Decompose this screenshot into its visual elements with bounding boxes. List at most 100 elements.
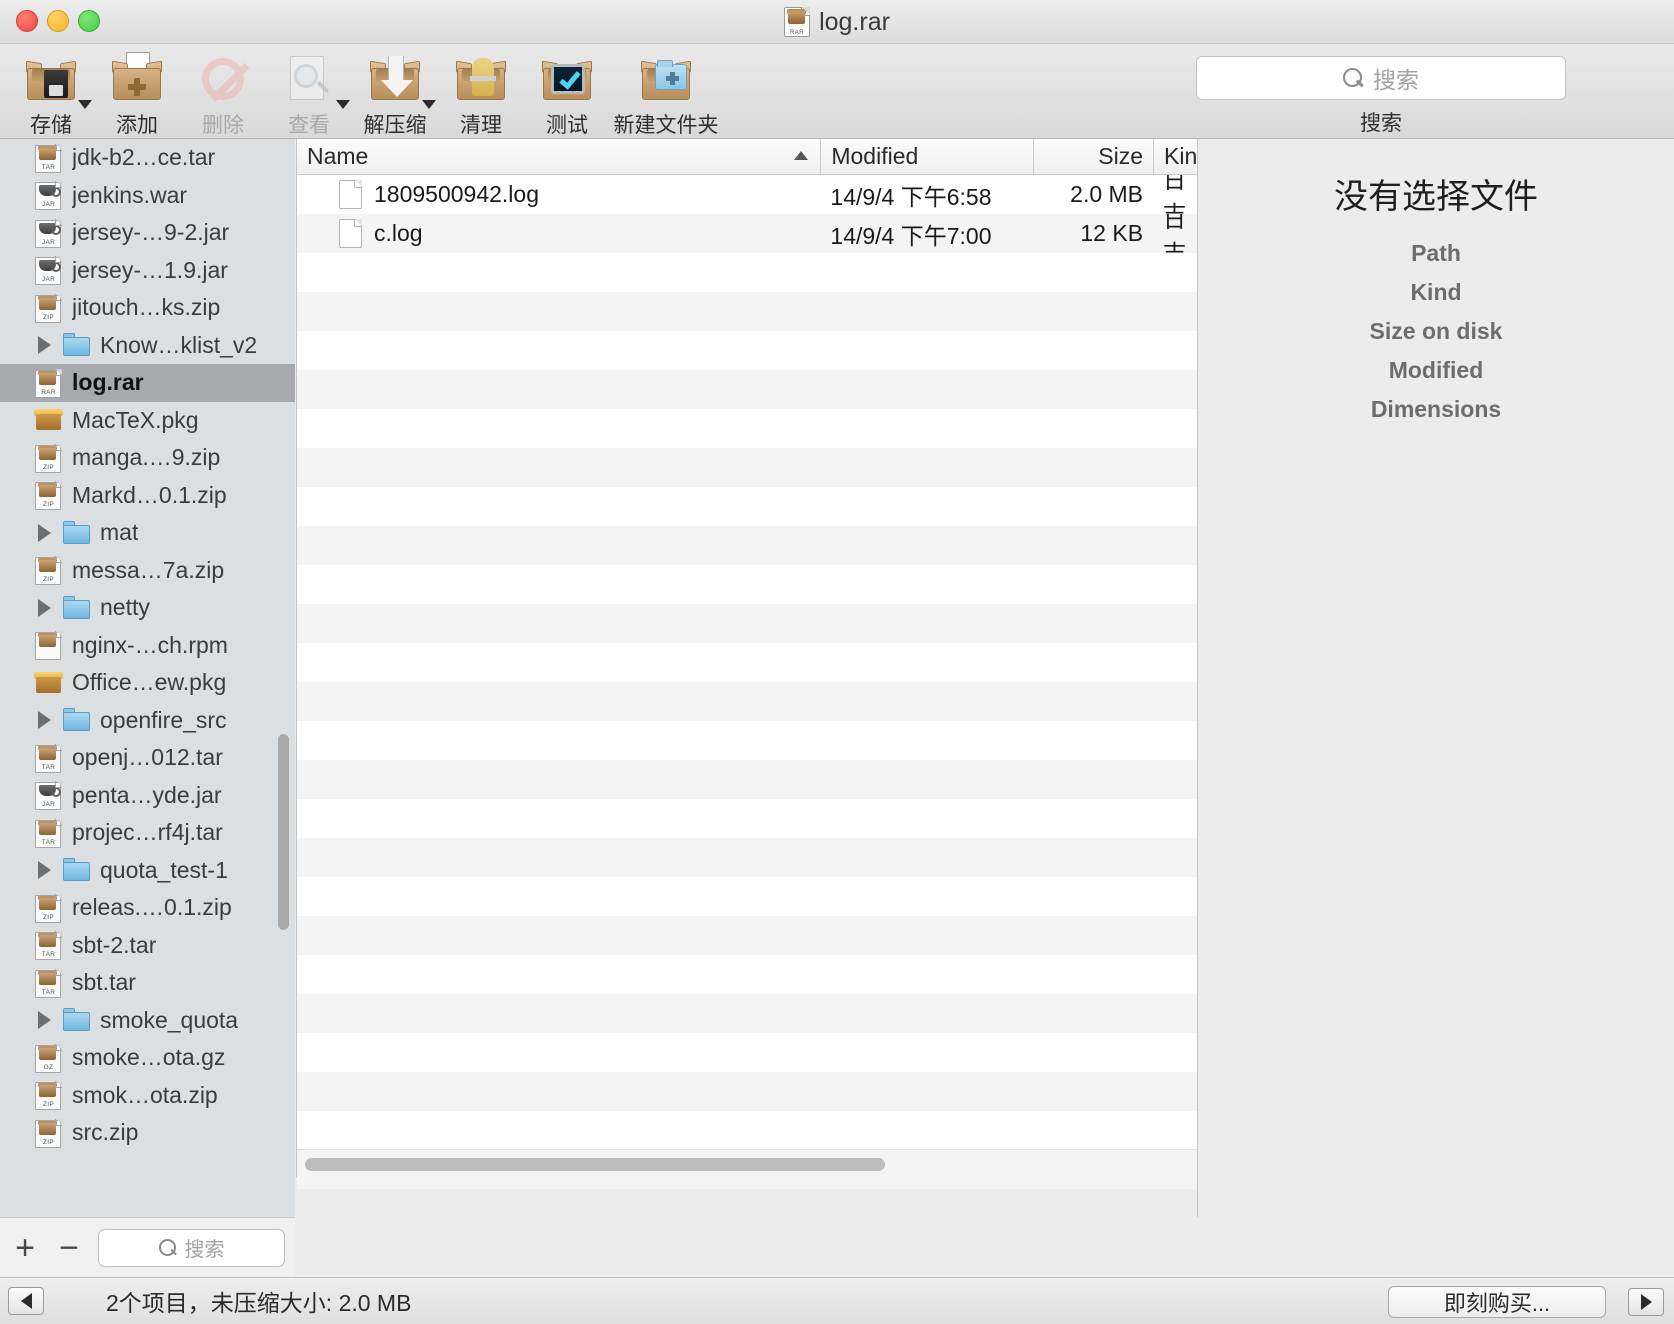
sidebar-item[interactable]: nginx-…ch.rpm	[0, 627, 295, 665]
disclosure-triangle-icon[interactable]	[38, 336, 51, 355]
toolbar-button-new-folder[interactable]: 新建文件夹	[610, 48, 722, 139]
gz-archive-icon: GZ	[34, 1043, 64, 1073]
sidebar-item[interactable]: Office…ew.pkg	[0, 664, 295, 702]
add-item-button[interactable]: +	[10, 1231, 40, 1265]
disclosure-triangle-icon[interactable]	[38, 711, 51, 730]
info-panel: 没有选择文件 Path Kind Size on disk Modified Dimen…	[1197, 139, 1674, 1217]
table-row-empty	[297, 331, 1197, 370]
table-row[interactable]: 1809500942.log 14/9/4 下午6:58 2.0 MB 日志	[297, 175, 1197, 214]
sidebar-item[interactable]: smoke_quota	[0, 1002, 295, 1040]
sidebar-item[interactable]: ZIP jitouch…ks.zip	[0, 289, 295, 327]
sidebar-item[interactable]: ZIP smok…ota.zip	[0, 1077, 295, 1115]
cell-modified: 14/9/4 下午7:00	[830, 222, 992, 249]
toolbar-button-clean-broom[interactable]: 清理	[438, 48, 524, 139]
table-row-empty	[297, 955, 1197, 994]
sidebar-item[interactable]: JAR penta…yde.jar	[0, 777, 295, 815]
sidebar-item-label: Markd…0.1.zip	[72, 481, 227, 508]
chevron-down-icon[interactable]	[422, 100, 436, 109]
sidebar-item[interactable]: TAR sbt-2.tar	[0, 927, 295, 965]
sidebar-item[interactable]: netty	[0, 589, 295, 627]
column-header-name[interactable]: Name	[297, 139, 820, 175]
sidebar-item[interactable]: TAR projec…rf4j.tar	[0, 814, 295, 852]
table-row-empty	[297, 1072, 1197, 1111]
panel-collapse-right-icon[interactable]	[1628, 1288, 1664, 1316]
toolbar-button-label: 测试	[546, 114, 588, 137]
sidebar-item[interactable]: JAR jersey-…1.9.jar	[0, 252, 295, 290]
sidebar-item-label: smoke_quota	[100, 1006, 239, 1033]
sidebar-item[interactable]: JAR jenkins.war	[0, 177, 295, 215]
chevron-down-icon[interactable]	[336, 100, 350, 109]
sidebar-item[interactable]: quota_test-1	[0, 852, 295, 890]
column-header-size[interactable]: Size	[1033, 138, 1153, 175]
sidebar-collapse-left-icon[interactable]	[8, 1287, 44, 1315]
sidebar-item-label: MacTeX.pkg	[72, 406, 199, 433]
column-header-modified[interactable]: Modified	[820, 138, 1033, 175]
archive-window: RAR log.rar 存储 添加 删除 查看 解压缩 清理 测试 新建文件夹 搜索 搜索 T…	[0, 0, 1674, 1324]
zip-archive-icon: ZIP	[34, 443, 64, 473]
jar-archive-icon: JAR	[34, 180, 64, 211]
sidebar-item[interactable]: MacTeX.pkg	[0, 402, 295, 440]
sidebar-item[interactable]: ZIP manga.…9.zip	[0, 439, 295, 477]
info-field-label: Path	[1411, 240, 1461, 266]
sidebar-item-label: sbt-2.tar	[72, 931, 157, 958]
table-row-empty	[297, 487, 1197, 526]
sidebar-item-label: smoke…ota.gz	[72, 1044, 226, 1071]
sidebar-search-placeholder: 搜索	[184, 1239, 225, 1261]
sidebar-scrollbar[interactable]	[278, 734, 289, 930]
sidebar-item-label: jersey-…9-2.jar	[72, 219, 230, 246]
archive-sidebar[interactable]: TAR jdk-b2…ce.tar JAR jenkins.war JAR jersey-…	[0, 139, 295, 1217]
delete-prohibit-icon	[194, 50, 252, 108]
file-list-horizontal-scrollbar[interactable]	[297, 1149, 1198, 1177]
table-row-empty	[297, 838, 1197, 877]
toolbar-button-save-box[interactable]: 存储	[8, 48, 94, 139]
toolbar: 存储 添加 删除 查看 解压缩 清理 测试 新建文件夹 搜索 搜索	[0, 44, 1674, 139]
sidebar-item-label: Office…ew.pkg	[72, 669, 227, 696]
disclosure-triangle-icon[interactable]	[38, 598, 51, 617]
disclosure-triangle-icon[interactable]	[38, 1011, 51, 1030]
chevron-down-icon[interactable]	[78, 100, 92, 109]
sidebar-item[interactable]: openfire_src	[0, 702, 295, 740]
sidebar-item-label: penta…yde.jar	[72, 781, 222, 808]
sidebar-item[interactable]: GZ smoke…ota.gz	[0, 1039, 295, 1077]
sidebar-item-label: openj…012.tar	[72, 744, 223, 771]
cell-kind: 日志	[1163, 175, 1187, 214]
toolbar-button-label: 存储	[30, 114, 72, 137]
sidebar-item-label: messa…7a.zip	[72, 556, 225, 583]
toolbar-buttons: 存储 添加 删除 查看 解压缩 清理 测试 新建文件夹	[8, 48, 722, 139]
info-field-label: Kind	[1410, 279, 1462, 305]
tar-archive-icon: TAR	[34, 818, 64, 848]
sidebar-item[interactable]: ZIP src.zip	[0, 1114, 295, 1152]
table-row[interactable]: c.log 14/9/4 下午7:00 12 KB 日志	[297, 214, 1197, 253]
sidebar-item[interactable]: TAR jdk-b2…ce.tar	[0, 139, 295, 177]
sidebar-item[interactable]: ZIP messa…7a.zip	[0, 552, 295, 590]
extract-box-icon	[366, 50, 424, 108]
tar-archive-icon: TAR	[34, 968, 64, 998]
search-input[interactable]: 搜索	[1196, 56, 1566, 100]
sidebar-item-label: jenkins.war	[72, 181, 188, 208]
sidebar-item[interactable]: Know…klist_v2	[0, 327, 295, 365]
sidebar-item[interactable]: JAR jersey-…9-2.jar	[0, 214, 295, 252]
sidebar-item[interactable]: RAR log.rar	[0, 364, 295, 402]
sidebar-item[interactable]: TAR openj…012.tar	[0, 739, 295, 777]
toolbar-button-extract-box[interactable]: 解压缩	[352, 48, 438, 139]
sidebar-search-input[interactable]: 搜索	[98, 1228, 285, 1267]
sidebar-item[interactable]: ZIP Markd…0.1.zip	[0, 477, 295, 515]
table-row-empty	[297, 994, 1197, 1033]
toolbar-button-test-screen[interactable]: 测试	[524, 48, 610, 139]
sidebar-item[interactable]: mat	[0, 514, 295, 552]
sidebar-item[interactable]: ZIP releas.…0.1.zip	[0, 889, 295, 927]
disclosure-triangle-icon[interactable]	[38, 523, 51, 542]
column-header-kind[interactable]: Kind	[1153, 138, 1210, 175]
sidebar-item[interactable]: TAR sbt.tar	[0, 964, 295, 1002]
buy-now-button[interactable]: 即刻购买...	[1388, 1286, 1606, 1318]
scrollbar-thumb[interactable]	[305, 1158, 885, 1171]
file-list: Name Modified Size Kind 1809500942.log 14…	[296, 138, 1210, 1189]
cell-modified: 14/9/4 下午6:58	[830, 183, 992, 210]
disclosure-triangle-icon[interactable]	[38, 861, 51, 880]
folder-icon	[62, 593, 92, 623]
remove-item-button[interactable]: −	[54, 1231, 84, 1265]
sidebar-item-label: manga.…9.zip	[72, 444, 221, 471]
toolbar-button-add-box[interactable]: 添加	[94, 48, 180, 139]
table-row-empty	[297, 292, 1197, 331]
status-text: 2个项目，未压缩大小: 2.0 MB	[106, 1290, 412, 1316]
